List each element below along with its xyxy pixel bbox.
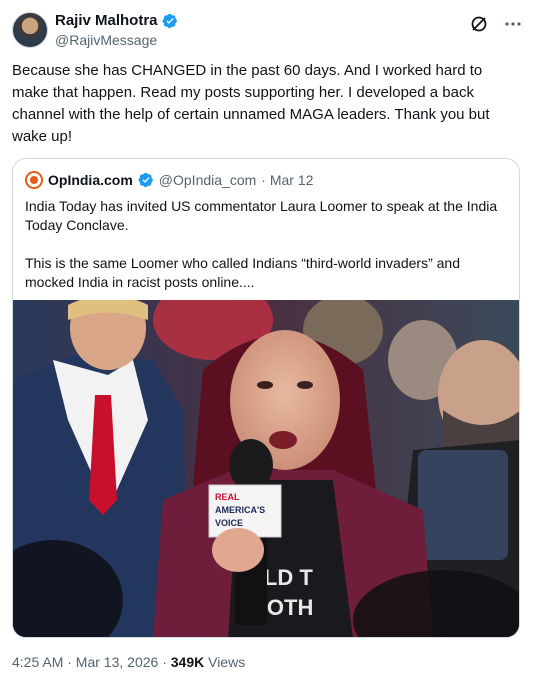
avatar[interactable] (12, 12, 48, 48)
views-label: Views (204, 654, 246, 670)
quoted-author-name[interactable]: OpIndia.com (48, 172, 133, 188)
more-icon[interactable] (503, 14, 523, 39)
post-timestamp[interactable]: 4:25 AM · Mar 13, 2026 · (12, 654, 171, 670)
verified-badge-icon (138, 172, 153, 188)
post-text: Because she has CHANGED in the past 60 d… (12, 62, 490, 145)
post-header: Rajiv Malhotra @RajivMessage (12, 10, 523, 50)
views-count[interactable]: 349K (171, 654, 204, 670)
quoted-post-text: India Today has invited US commentator L… (25, 197, 509, 311)
quoted-post-photo[interactable]: ALD T NOTH REAL AMERICA'S VOICE (13, 300, 519, 637)
quoted-paragraph-2: This is the same Loomer who called India… (25, 255, 460, 290)
quoted-post-header: OpIndia.com @OpIndia_com · Mar 12 (25, 171, 313, 189)
author-name[interactable]: Rajiv Malhotra (55, 12, 158, 30)
author-handle[interactable]: @RajivMessage (55, 30, 178, 50)
mic-flag-text-2: AMERICA'S (215, 505, 265, 515)
mic-flag-text-3: VOICE (215, 518, 243, 528)
post-footer: 4:25 AM · Mar 13, 2026 · 349K Views (12, 654, 245, 670)
verified-badge-icon (162, 13, 177, 29)
quoted-post[interactable]: OpIndia.com @OpIndia_com · Mar 12 India … (12, 158, 520, 638)
opindia-avatar[interactable] (25, 171, 43, 189)
grok-icon[interactable] (469, 14, 489, 39)
quoted-paragraph-1: India Today has invited US commentator L… (25, 198, 498, 233)
mic-flag-text-1: REAL (215, 492, 240, 502)
quoted-author-handle[interactable]: @OpIndia_com (159, 172, 256, 188)
author-info: Rajiv Malhotra @RajivMessage (55, 12, 178, 50)
quoted-post-date: · Mar 12 (261, 172, 314, 188)
